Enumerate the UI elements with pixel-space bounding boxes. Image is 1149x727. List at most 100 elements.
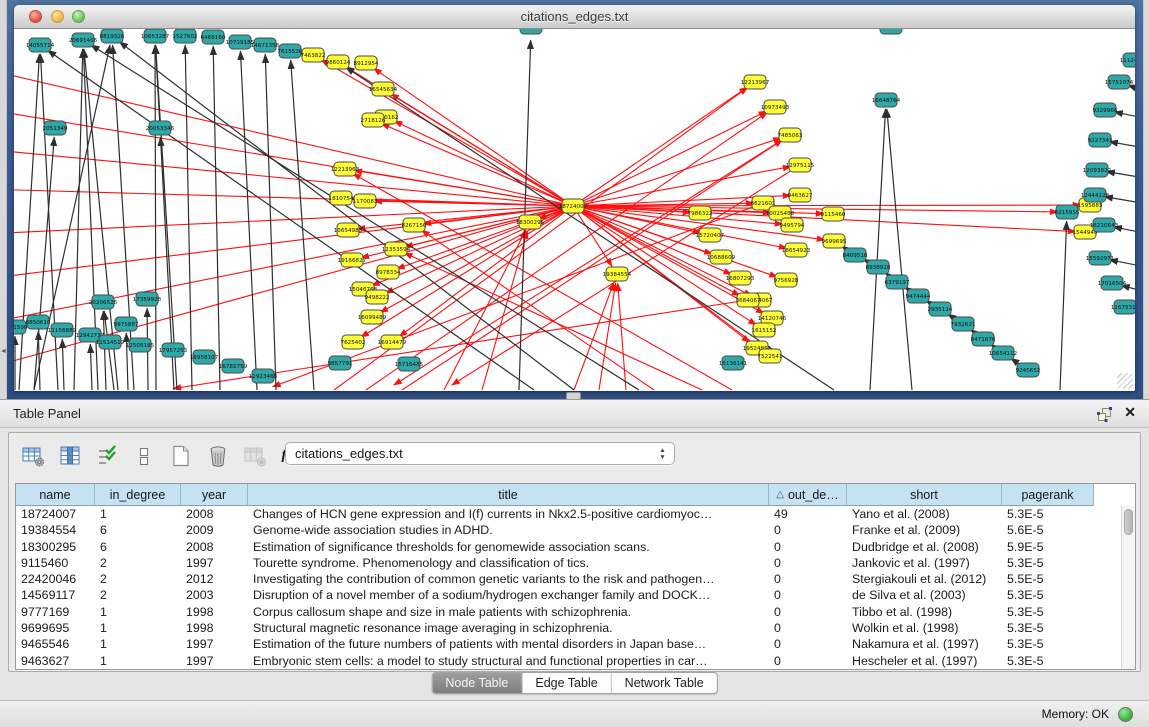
citation-edge-black[interactable] xyxy=(265,54,276,390)
graph-node[interactable]: 12353594 xyxy=(382,242,411,256)
citation-edge-black[interactable] xyxy=(240,51,257,390)
graph-node[interactable]: 12213963 xyxy=(331,162,360,176)
cell-pagerank[interactable]: 5.3E-5 xyxy=(1002,555,1094,571)
cell-out_de[interactable]: 49 xyxy=(769,506,847,522)
graph-node[interactable]: 16099489 xyxy=(358,310,387,324)
cell-name[interactable]: 14569117 xyxy=(16,587,95,603)
cell-title[interactable]: Embryonic stem cells: a model to study s… xyxy=(248,653,769,669)
table-selector-dropdown[interactable]: citations_edges.txt ▲▼ xyxy=(285,442,675,465)
graph-node[interactable]: 17359928 xyxy=(133,292,162,306)
cell-title[interactable]: Estimation of significance thresholds fo… xyxy=(248,539,769,555)
cell-year[interactable]: 2008 xyxy=(181,506,248,522)
graph-node[interactable]: 10688609 xyxy=(707,250,736,264)
cell-name[interactable]: 9115460 xyxy=(16,555,95,571)
cell-short[interactable]: Wolkin et al. (1998) xyxy=(847,620,1002,636)
graph-node[interactable]: 11156889 xyxy=(48,323,77,337)
graph-node[interactable]: 8850610 xyxy=(26,315,51,329)
cell-short[interactable]: Dudbridge et al. (2008) xyxy=(847,539,1002,555)
cell-name[interactable]: 9777169 xyxy=(16,604,95,620)
select-all-button[interactable] xyxy=(93,442,121,470)
cell-pagerank[interactable]: 5.3E-5 xyxy=(1002,636,1094,652)
show-columns-button[interactable] xyxy=(56,442,84,470)
cell-pagerank[interactable]: 5.3E-5 xyxy=(1002,604,1094,620)
cell-name[interactable]: 9463627 xyxy=(16,653,95,669)
cell-short[interactable]: Stergiakouli et al. (2012) xyxy=(847,571,1002,587)
column-header-name[interactable]: name xyxy=(16,484,95,506)
graph-node[interactable]: 15751074 xyxy=(1105,75,1134,89)
table-row[interactable]: 1456911722003Disruption of a novel membe… xyxy=(16,587,1135,603)
graph-node[interactable]: 11675310 xyxy=(1111,300,1135,314)
citation-edge-red[interactable] xyxy=(321,60,573,206)
graph-node[interactable]: 1527602 xyxy=(173,29,198,43)
graph-node[interactable]: 9329966 xyxy=(1093,103,1118,117)
table-row[interactable]: 1830029562008Estimation of significance … xyxy=(16,539,1135,555)
citation-edge-red[interactable] xyxy=(402,140,782,390)
citation-edge-red[interactable] xyxy=(618,283,626,390)
citation-edge-black[interactable] xyxy=(90,344,92,390)
graph-node[interactable]: 12444128 xyxy=(1081,188,1110,202)
cell-year[interactable]: 1997 xyxy=(181,653,248,669)
graph-node[interactable]: 16958107 xyxy=(190,350,219,364)
graph-node[interactable]: 8938928 xyxy=(866,260,891,274)
graph-node[interactable]: 9463627 xyxy=(788,188,813,202)
graph-node[interactable]: 1170083 xyxy=(353,194,378,208)
column-header-pagerank[interactable]: pagerank xyxy=(1002,484,1094,506)
graph-node[interactable]: 9227343 xyxy=(1088,133,1113,147)
graph-node[interactable]: 11124702 xyxy=(1120,53,1135,67)
table-row[interactable]: 946362711997Embryonic stem cells: a mode… xyxy=(16,653,1135,669)
graph-node[interactable]: 10973493 xyxy=(761,100,790,114)
graph-node[interactable]: 9860124 xyxy=(326,55,351,69)
graph-node[interactable]: 14671358 xyxy=(251,38,280,52)
graph-node[interactable]: 8471676 xyxy=(971,332,996,346)
cell-short[interactable]: Franke et al. (2009) xyxy=(847,522,1002,538)
citation-edge-black[interactable] xyxy=(38,331,40,390)
citation-edge-black[interactable] xyxy=(126,333,128,390)
graph-node[interactable]: 2087652 xyxy=(879,29,904,34)
graph-node[interactable]: 20691406 xyxy=(69,33,98,47)
memory-status-icon[interactable] xyxy=(1118,707,1133,722)
delete-attribute-trash-button[interactable] xyxy=(204,442,232,470)
cell-pagerank[interactable]: 5.6E-5 xyxy=(1002,522,1094,538)
cell-out_de[interactable]: 0 xyxy=(769,587,847,603)
table-row[interactable]: 969969511998Structural magnetic resonanc… xyxy=(16,620,1135,636)
cell-short[interactable]: Hescheler et al. (1997) xyxy=(847,653,1002,669)
graph-node[interactable]: 7986322 xyxy=(688,206,713,220)
cell-year[interactable]: 1997 xyxy=(181,636,248,652)
cell-out_de[interactable]: 0 xyxy=(769,522,847,538)
cell-name[interactable]: 18724007 xyxy=(16,506,95,522)
cell-name[interactable]: 22420046 xyxy=(16,571,95,587)
graph-node[interactable]: 1615152 xyxy=(752,323,777,337)
cell-pagerank[interactable]: 5.9E-5 xyxy=(1002,539,1094,555)
graph-node[interactable]: 10654983 xyxy=(334,223,363,237)
unselect-all-button[interactable] xyxy=(130,442,158,470)
cell-title[interactable]: Disruption of a novel member of a sodium… xyxy=(248,587,769,603)
cell-title[interactable]: Estimation of the future numbers of pati… xyxy=(248,636,769,652)
graph-node[interactable]: 10653287 xyxy=(141,29,170,43)
cell-short[interactable]: Jankovic et al. (1997) xyxy=(847,555,1002,571)
cell-in_degree[interactable]: 1 xyxy=(95,506,181,522)
cell-title[interactable]: Changes of HCN gene expression and I(f) … xyxy=(248,506,769,522)
cell-year[interactable]: 1997 xyxy=(181,555,248,571)
scrollbar-thumb[interactable] xyxy=(1124,509,1133,535)
table-settings-button[interactable] xyxy=(19,442,47,470)
graph-node[interactable]: 8267150 xyxy=(402,218,427,232)
table-row[interactable]: 1872400712008Changes of HCN gene express… xyxy=(16,506,1135,522)
new-document-button[interactable] xyxy=(167,442,195,470)
cell-name[interactable]: 9465546 xyxy=(16,636,95,652)
cell-title[interactable]: Genome-wide association studies in ADHD. xyxy=(248,522,769,538)
cell-pagerank[interactable]: 5.3E-5 xyxy=(1002,587,1094,603)
vertical-scrollbar[interactable] xyxy=(1121,506,1135,669)
column-header-out_de[interactable]: △out_de… xyxy=(769,484,847,506)
cell-in_degree[interactable]: 1 xyxy=(95,620,181,636)
graph-node[interactable]: 9495794 xyxy=(780,218,805,232)
cell-in_degree[interactable]: 6 xyxy=(95,522,181,538)
resize-grip[interactable] xyxy=(1117,373,1133,389)
tab-network-table[interactable]: Network Table xyxy=(611,673,717,693)
citation-edge-red[interactable] xyxy=(391,94,573,206)
cell-year[interactable]: 1998 xyxy=(181,620,248,636)
cell-title[interactable]: Corpus callosum shape and size in male p… xyxy=(248,604,769,620)
graph-node[interactable]: 12505185 xyxy=(126,338,155,352)
graph-node[interactable]: 8215955 xyxy=(1055,205,1080,219)
graph-node[interactable]: 9474444 xyxy=(906,289,931,303)
citation-edge-black[interactable] xyxy=(155,45,156,390)
